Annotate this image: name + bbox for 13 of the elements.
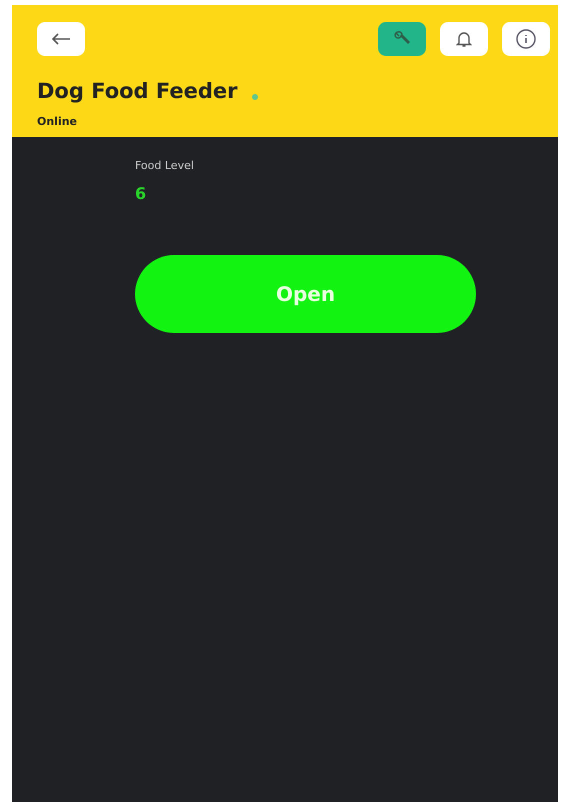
widget-value: 6 (135, 184, 148, 203)
open-button[interactable]: Open (135, 255, 476, 333)
back-arrow-icon (51, 33, 71, 45)
bell-button[interactable] (440, 22, 488, 56)
device-status: Online (37, 115, 78, 128)
back-button[interactable] (37, 22, 85, 56)
info-icon (515, 28, 537, 50)
info-button[interactable] (502, 22, 550, 56)
device-title: Dog Food Feeder (37, 79, 238, 103)
widget-label: Food Level (135, 159, 195, 172)
wrench-button[interactable] (378, 22, 426, 56)
status-dot-icon (252, 94, 258, 100)
bell-icon (456, 30, 472, 48)
